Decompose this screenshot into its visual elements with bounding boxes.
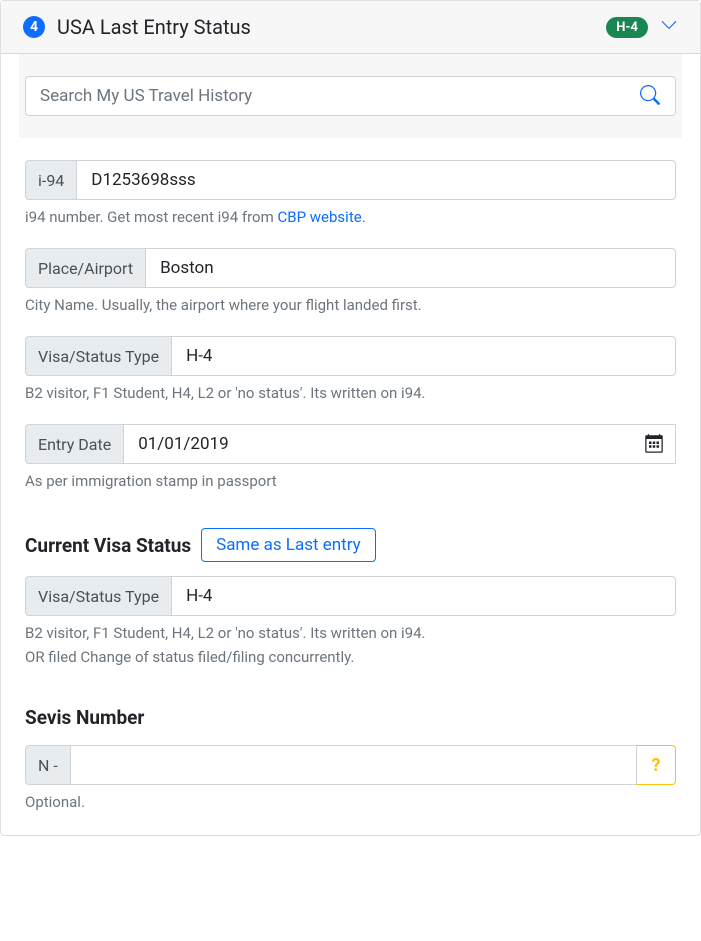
i94-help: i94 number. Get most recent i94 from CBP… [25,208,676,226]
last-visa-field: Visa/Status Type B2 visitor, F1 Student,… [25,336,676,402]
current-visa-input[interactable] [171,576,676,616]
current-visa-help-2: OR filed Change of status filed/filing c… [25,648,676,666]
card-header[interactable]: 4 USA Last Entry Status H-4 [1,1,700,54]
search-button[interactable] [624,76,676,116]
sevis-prefix: N - [25,745,70,785]
search-input[interactable] [25,76,624,116]
card-body: i-94 i94 number. Get most recent i94 fro… [1,54,700,835]
i94-input[interactable] [76,160,676,200]
sevis-input[interactable] [70,745,636,785]
place-label: Place/Airport [25,248,145,288]
current-visa-help-1: B2 visitor, F1 Student, H4, L2 or 'no st… [25,624,676,642]
current-visa-section-header: Current Visa Status Same as Last entry [25,528,676,562]
current-visa-field: Visa/Status Type B2 visitor, F1 Student,… [25,576,676,666]
place-input[interactable] [145,248,676,288]
cbp-website-link[interactable]: CBP website [277,208,361,226]
sevis-help-button[interactable]: ? [636,745,676,785]
chevron-down-icon[interactable] [660,16,678,38]
place-field: Place/Airport City Name. Usually, the ai… [25,248,676,314]
usa-last-entry-card: 4 USA Last Entry Status H-4 i-94 [0,0,701,836]
search-icon [640,85,660,108]
current-visa-title: Current Visa Status [25,534,191,557]
question-icon: ? [652,755,661,776]
sevis-title: Sevis Number [25,706,676,729]
status-badge: H-4 [606,17,648,38]
last-visa-label: Visa/Status Type [25,336,171,376]
current-visa-label: Visa/Status Type [25,576,171,616]
i94-field: i-94 i94 number. Get most recent i94 fro… [25,160,676,226]
search-group [25,76,676,116]
i94-label: i-94 [25,160,76,200]
last-visa-input[interactable] [171,336,676,376]
sevis-help: Optional. [25,793,676,811]
last-visa-help: B2 visitor, F1 Student, H4, L2 or 'no st… [25,384,676,402]
sevis-field: N - ? [25,745,676,785]
search-section [19,54,682,138]
entry-date-label: Entry Date [25,424,123,464]
entry-date-help: As per immigration stamp in passport [25,472,676,490]
same-as-last-entry-button[interactable]: Same as Last entry [201,528,376,562]
place-help: City Name. Usually, the airport where yo… [25,296,676,314]
entry-date-input[interactable] [123,424,676,464]
card-title: USA Last Entry Status [57,15,251,39]
entry-date-field: Entry Date As per immigration stamp in p… [25,424,676,490]
step-number-badge: 4 [23,16,45,38]
